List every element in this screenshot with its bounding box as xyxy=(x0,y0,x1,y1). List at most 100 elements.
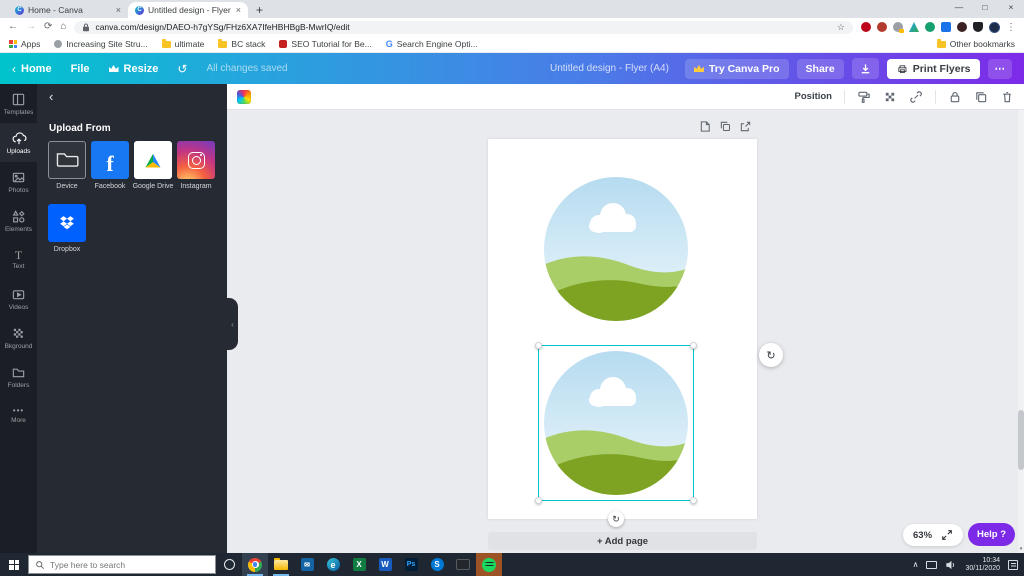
display-tray-icon[interactable] xyxy=(926,561,937,569)
bookmark-item[interactable]: Increasing Site Stru... xyxy=(54,39,147,49)
panel-back-icon[interactable]: ‹ xyxy=(49,89,53,104)
copy-style-button[interactable] xyxy=(857,90,871,104)
minimize-button[interactable]: — xyxy=(946,0,972,15)
resize-handle[interactable] xyxy=(535,342,542,349)
duplicate-button[interactable] xyxy=(974,90,988,104)
page-notes-button[interactable] xyxy=(699,120,712,133)
google-drive-tile[interactable] xyxy=(134,141,172,179)
sidebar-item-background[interactable]: Bkground xyxy=(0,318,37,357)
upload-source-device[interactable]: Device xyxy=(48,141,86,199)
pinterest-extension-icon[interactable] xyxy=(861,22,871,32)
taskbar-mail[interactable]: ✉ xyxy=(294,553,320,576)
device-tile[interactable] xyxy=(48,141,86,179)
export-page-button[interactable] xyxy=(739,120,752,133)
sidebar-item-more[interactable]: ••• More xyxy=(0,396,37,435)
delete-button[interactable] xyxy=(1000,90,1014,104)
bookmark-item[interactable]: GSearch Engine Opti... xyxy=(386,39,478,49)
back-icon[interactable]: ← xyxy=(8,22,18,32)
profile-avatar[interactable] xyxy=(989,22,1000,33)
cortana-button[interactable] xyxy=(216,559,242,570)
undo-button[interactable]: ↺ xyxy=(177,62,187,76)
zoom-level[interactable]: 63% xyxy=(913,530,932,541)
tab-home-canva[interactable]: C Home - Canva × xyxy=(8,2,128,18)
lock-button[interactable] xyxy=(948,90,962,104)
maximize-button[interactable]: □ xyxy=(972,0,998,15)
facebook-tile[interactable]: f xyxy=(91,141,129,179)
grammarly-extension-icon[interactable] xyxy=(925,22,935,32)
transparency-button[interactable] xyxy=(883,90,897,104)
hidden-icons-chevron[interactable]: ∧ xyxy=(913,560,919,569)
action-center-icon[interactable] xyxy=(1008,560,1018,570)
taskbar-skype[interactable]: S xyxy=(424,553,450,576)
print-flyers-button[interactable]: Print Flyers xyxy=(887,59,980,79)
taskbar-chrome[interactable] xyxy=(242,553,268,576)
resize-handle[interactable] xyxy=(535,497,542,504)
volume-icon[interactable] xyxy=(945,559,957,571)
bookmark-item[interactable]: SEO Tutorial for Be... xyxy=(279,39,371,49)
sidebar-item-templates[interactable]: Templates xyxy=(0,84,37,123)
link-button[interactable] xyxy=(909,90,923,104)
resize-button[interactable]: Resize xyxy=(109,63,159,75)
resize-handle[interactable] xyxy=(690,497,697,504)
canvas-page[interactable]: ↻ xyxy=(488,139,757,519)
sidebar-item-photos[interactable]: Photos xyxy=(0,162,37,201)
bookmark-folder[interactable]: BC stack xyxy=(218,39,265,49)
sidebar-item-videos[interactable]: Videos xyxy=(0,279,37,318)
canvas-scrollbar[interactable]: ▾ xyxy=(1018,110,1024,553)
taskbar-search[interactable] xyxy=(28,555,216,574)
share-button[interactable]: Share xyxy=(797,59,844,79)
extension-icon[interactable] xyxy=(941,22,951,32)
start-button[interactable] xyxy=(0,553,28,576)
taskbar-clock[interactable]: 10:34 30/11/2020 xyxy=(965,557,1000,573)
home-icon[interactable]: ⌂ xyxy=(60,22,66,32)
download-button[interactable] xyxy=(852,58,879,79)
home-button[interactable]: ‹Home xyxy=(12,62,52,76)
dropbox-tile[interactable] xyxy=(48,204,86,242)
taskbar-excel[interactable]: X xyxy=(346,553,372,576)
sidebar-item-elements[interactable]: Elements xyxy=(0,201,37,240)
upload-source-google-drive[interactable]: Google Drive xyxy=(134,141,172,199)
close-button[interactable]: × xyxy=(998,0,1024,15)
sidebar-item-text[interactable]: T Text xyxy=(0,240,37,279)
duplicate-page-button[interactable] xyxy=(719,120,732,133)
color-swatch-button[interactable] xyxy=(237,90,251,104)
cloud-extension-icon[interactable] xyxy=(893,22,903,32)
sidebar-item-uploads[interactable]: Uploads xyxy=(0,123,37,162)
taskbar-edge[interactable]: e xyxy=(320,553,346,576)
add-page-button[interactable]: + Add page xyxy=(488,532,757,550)
taskbar-photoshop[interactable]: Ps xyxy=(398,553,424,576)
forward-icon[interactable]: → xyxy=(26,22,36,32)
scrollbar-thumb[interactable] xyxy=(1018,410,1024,470)
search-input[interactable] xyxy=(50,560,190,570)
help-button[interactable]: Help ? xyxy=(968,523,1015,546)
taskbar-word[interactable]: W xyxy=(372,553,398,576)
sidebar-item-folders[interactable]: Folders xyxy=(0,357,37,396)
fullscreen-icon[interactable] xyxy=(941,529,953,541)
extension-icon[interactable] xyxy=(877,22,887,32)
rotate-handle[interactable]: ↻ xyxy=(608,511,624,527)
file-menu-button[interactable]: File xyxy=(71,63,90,75)
instagram-tile[interactable] xyxy=(177,141,215,179)
bookmark-folder[interactable]: ultimate xyxy=(162,39,205,49)
taskbar-app[interactable] xyxy=(450,553,476,576)
extensions-pin-icon[interactable] xyxy=(973,22,983,32)
new-tab-button[interactable]: + xyxy=(256,2,263,18)
landscape-graphic[interactable] xyxy=(539,172,693,326)
browser-menu-icon[interactable]: ⋮ xyxy=(1006,22,1016,33)
other-bookmarks[interactable]: Other bookmarks xyxy=(937,39,1015,49)
try-canva-pro-button[interactable]: Try Canva Pro xyxy=(685,59,789,79)
tab-close-icon[interactable]: × xyxy=(116,6,121,15)
extension-icon[interactable] xyxy=(957,22,967,32)
taskbar-file-explorer[interactable] xyxy=(268,553,294,576)
position-button[interactable]: Position xyxy=(795,91,832,102)
taskbar-spotify[interactable] xyxy=(476,553,502,576)
bookmark-apps[interactable]: Apps xyxy=(9,39,40,49)
reload-icon[interactable]: ⟳ xyxy=(44,22,52,32)
upload-source-dropbox[interactable]: Dropbox xyxy=(48,204,86,262)
scrollbar-down-arrow[interactable]: ▾ xyxy=(1018,545,1024,553)
upload-source-facebook[interactable]: f Facebook xyxy=(91,141,129,199)
more-options-button[interactable]: ⋯ xyxy=(988,59,1013,79)
bookmark-star-icon[interactable]: ☆ xyxy=(837,22,845,33)
zoom-control[interactable]: 63% xyxy=(903,524,963,546)
url-bar[interactable]: canva.com/design/DAEO-h7gYSg/FHz6XA7IfeH… xyxy=(74,21,853,34)
